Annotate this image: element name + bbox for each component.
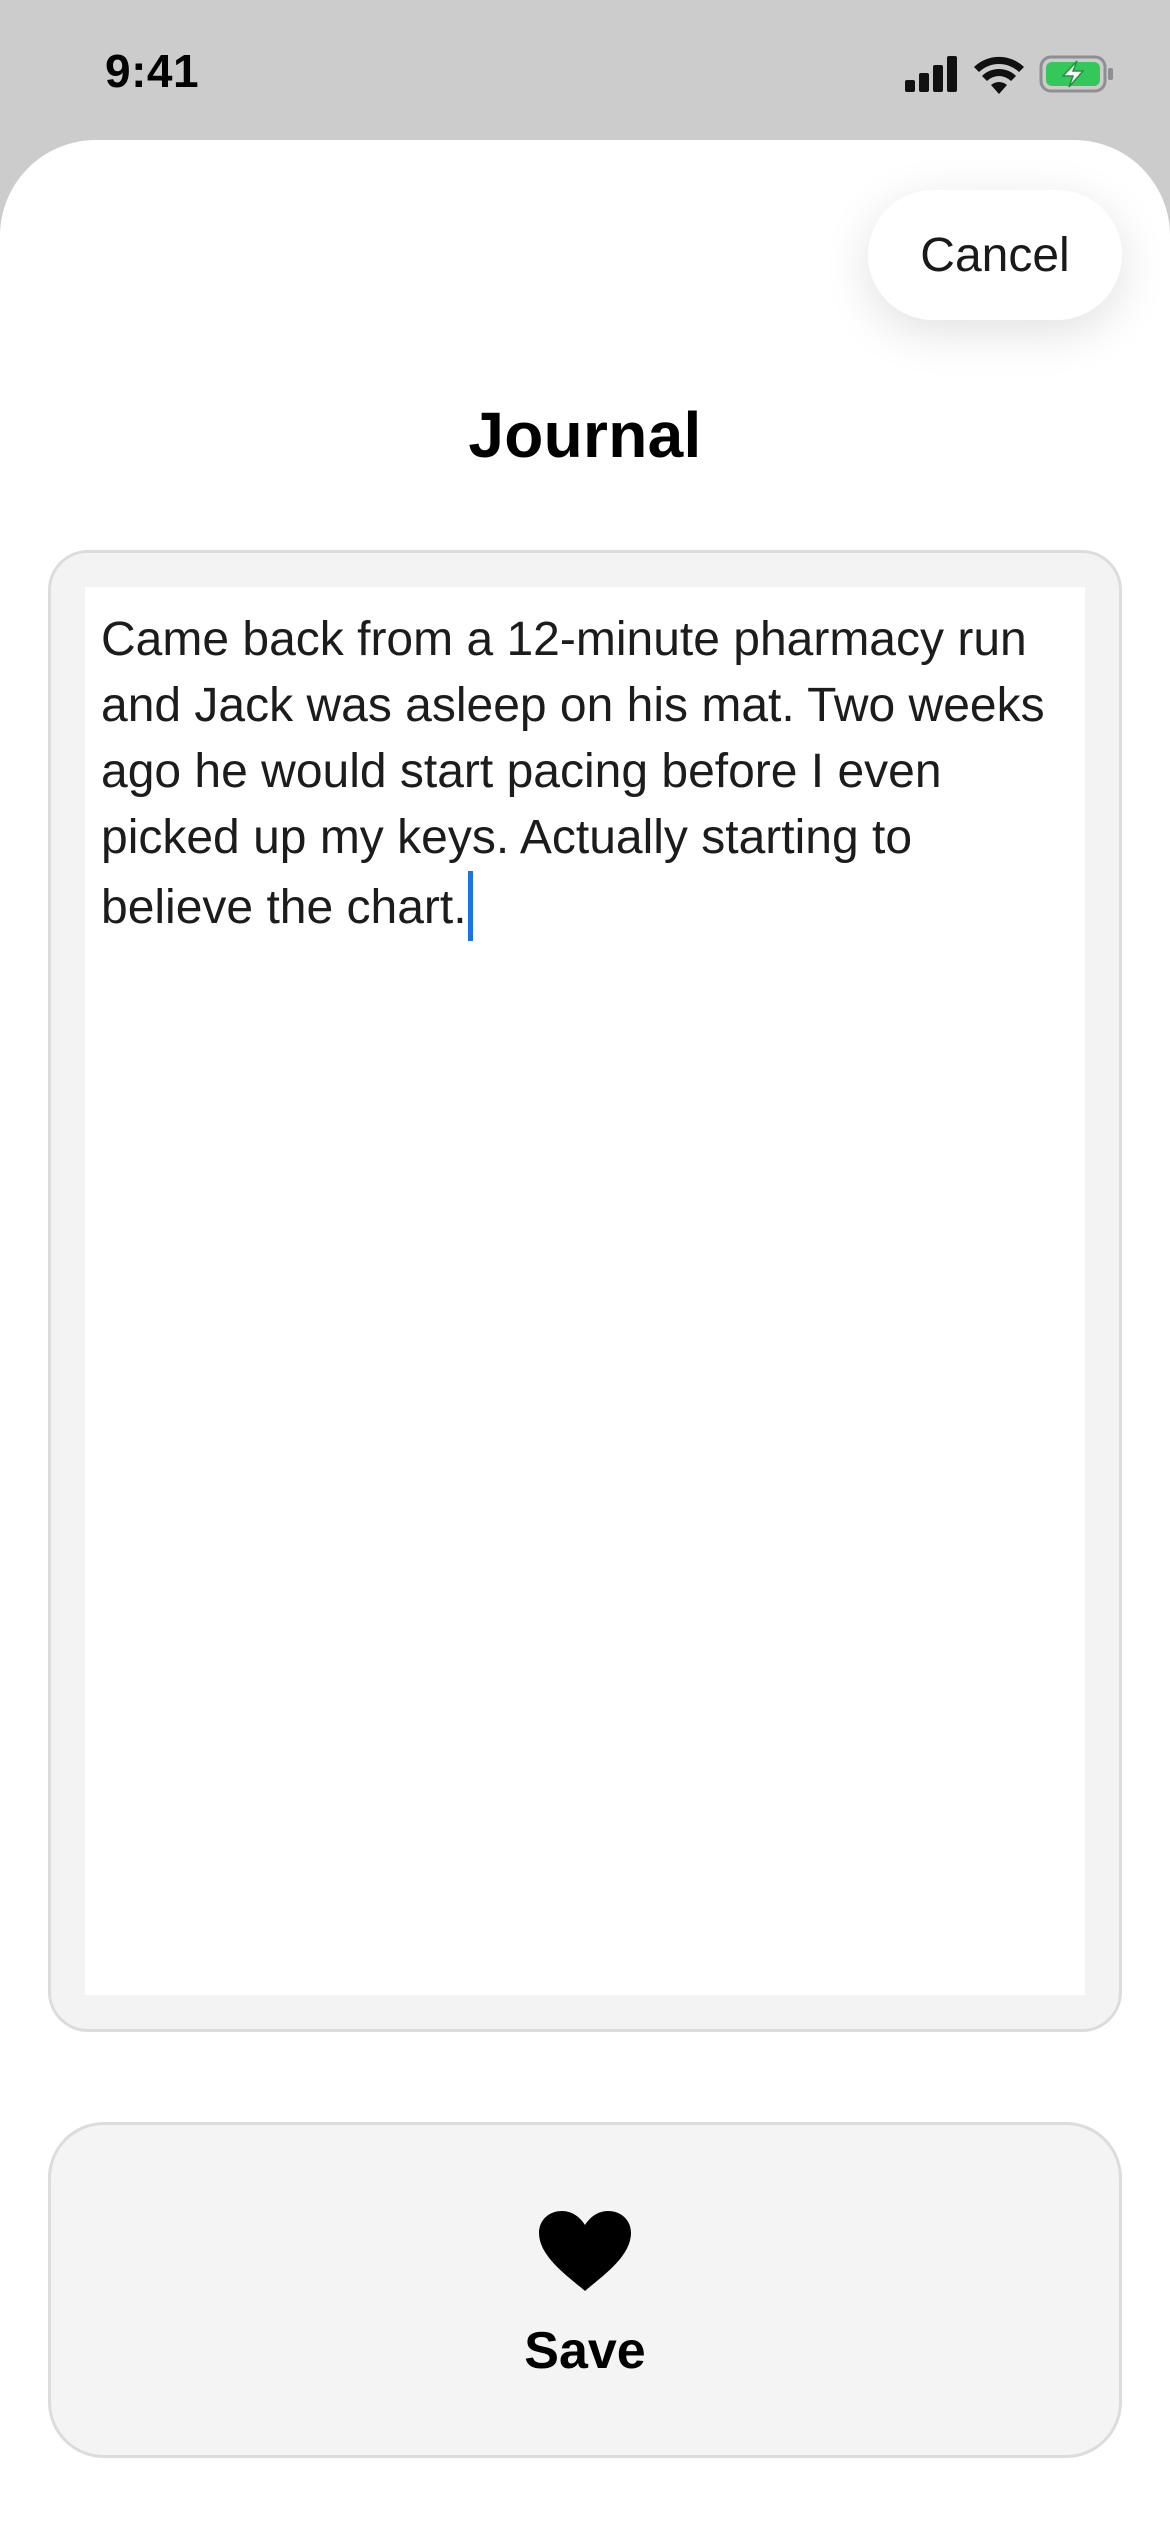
save-label: Save bbox=[524, 2322, 646, 2380]
journal-text-area[interactable]: Came back from a 12-minute pharmacy run … bbox=[85, 587, 1085, 1995]
cellular-signal-icon bbox=[905, 56, 957, 92]
status-bar: 9:41 bbox=[0, 0, 1170, 140]
journal-text-content: Came back from a 12-minute pharmacy run … bbox=[101, 607, 1069, 941]
save-button[interactable]: Save bbox=[48, 2122, 1122, 2458]
cancel-button[interactable]: Cancel bbox=[868, 190, 1122, 320]
heart-icon bbox=[539, 2211, 631, 2291]
text-caret bbox=[467, 871, 473, 941]
page-title: Journal bbox=[468, 399, 702, 471]
journal-sheet: Cancel Journal Came back from a 12-minut… bbox=[0, 140, 1170, 2532]
journal-text: Came back from a 12-minute pharmacy run … bbox=[101, 613, 1058, 934]
status-icons bbox=[905, 52, 1115, 96]
journal-editor-frame: Came back from a 12-minute pharmacy run … bbox=[48, 550, 1122, 2032]
battery-charging-icon bbox=[1039, 55, 1113, 93]
status-time: 9:41 bbox=[105, 45, 200, 97]
wifi-icon bbox=[974, 56, 1024, 94]
